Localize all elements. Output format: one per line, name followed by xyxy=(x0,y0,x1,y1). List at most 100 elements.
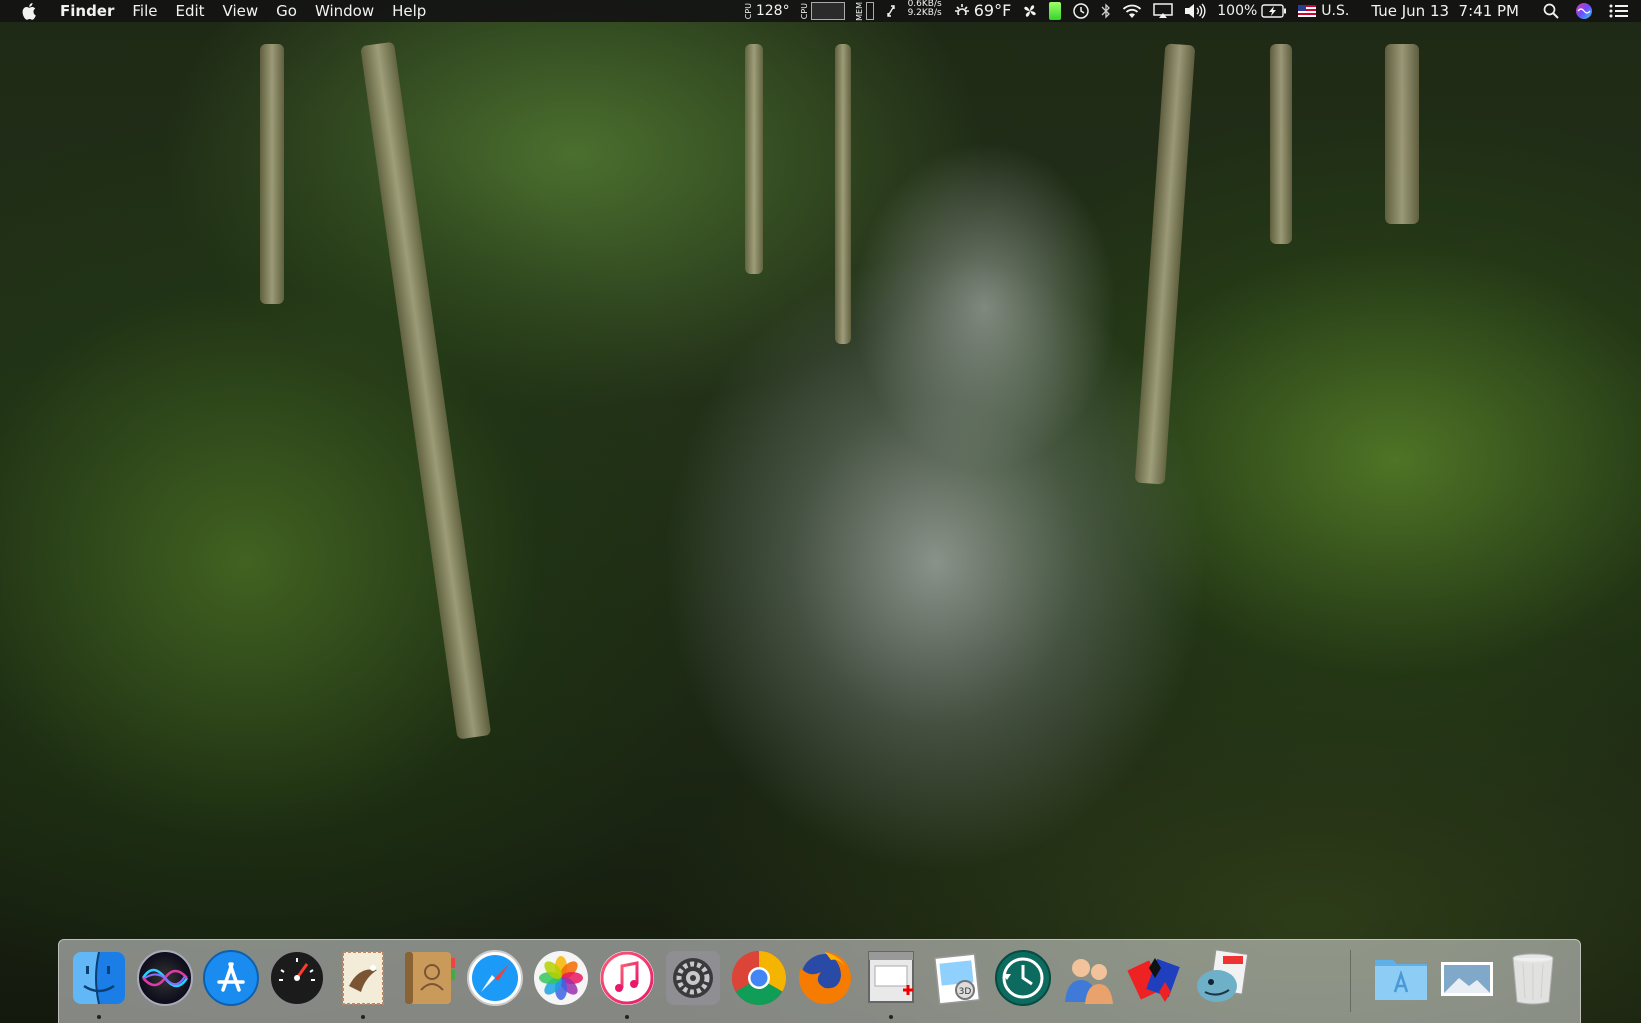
system-preferences-icon xyxy=(666,951,720,1005)
weather-temp: 69°F xyxy=(973,1,1012,20)
dock-firefox[interactable] xyxy=(795,948,855,1008)
menu-help[interactable]: Help xyxy=(392,0,426,22)
cpu-graph-label: CPU xyxy=(799,2,809,20)
running-indicator xyxy=(361,1015,365,1019)
siri-menu-icon[interactable] xyxy=(1575,0,1593,22)
chrome-icon xyxy=(731,951,787,1006)
mail-icon xyxy=(342,951,384,1005)
bluetooth-icon xyxy=(1101,3,1111,19)
battery-charging-icon xyxy=(1261,4,1287,18)
users-icon xyxy=(1065,959,1113,1004)
dock-image-stack[interactable] xyxy=(1437,948,1497,1008)
disk-activity-status[interactable] xyxy=(885,0,897,22)
network-status[interactable]: 0.6KB/s 9.2KB/s xyxy=(908,0,942,22)
battery-level-status[interactable] xyxy=(1049,0,1062,22)
weather-status[interactable]: 69°F xyxy=(952,0,1012,22)
dock-system-preferences[interactable] xyxy=(663,948,723,1008)
fan-icon xyxy=(1024,5,1037,17)
wifi-icon xyxy=(1123,4,1142,18)
dock-photos[interactable] xyxy=(531,948,591,1008)
dock-safari[interactable] xyxy=(465,948,525,1008)
battery-percent: 100% xyxy=(1217,3,1258,19)
running-indicator xyxy=(625,1015,629,1019)
utility-app-icon xyxy=(868,951,914,1003)
dashboard-icon xyxy=(269,950,325,1006)
network-down: 9.2KB/s xyxy=(907,8,942,18)
cpu-label: CPU xyxy=(743,2,753,20)
dock-chrome[interactable] xyxy=(729,948,789,1008)
itunes-icon xyxy=(600,951,654,1005)
cards-game-icon xyxy=(1127,958,1180,1002)
menu-app-name[interactable]: Finder xyxy=(60,0,114,22)
dock-finder[interactable] xyxy=(69,948,129,1008)
us-flag-icon xyxy=(1298,5,1317,17)
dock-itunes[interactable] xyxy=(597,948,657,1008)
dock-trash[interactable] xyxy=(1503,948,1563,1008)
dock-cards-game[interactable] xyxy=(1125,948,1185,1008)
sequel-app-icon xyxy=(1197,949,1249,1002)
menu-go[interactable]: Go xyxy=(276,0,297,22)
applications-folder-icon xyxy=(1375,960,1427,1000)
time-machine-status[interactable] xyxy=(1072,0,1090,22)
apple-logo-icon[interactable] xyxy=(22,2,38,20)
input-source-status[interactable]: U.S. xyxy=(1298,0,1349,22)
image-stack-icon xyxy=(1441,962,1493,996)
clock[interactable]: Tue Jun 13 7:41 PM xyxy=(1371,0,1519,22)
memory-label: MEM xyxy=(854,1,864,21)
battery-status[interactable]: 100% xyxy=(1217,0,1287,22)
dock-applications-folder[interactable] xyxy=(1371,948,1431,1008)
volume-icon xyxy=(1185,3,1206,19)
dock: 3D xyxy=(58,939,1581,1023)
battery-level-icon xyxy=(1049,2,1062,20)
spotlight-search-icon[interactable] xyxy=(1543,0,1559,22)
menu-view[interactable]: View xyxy=(223,0,259,22)
dock-utility-app[interactable] xyxy=(861,948,921,1008)
dock-mail[interactable] xyxy=(333,948,393,1008)
notification-center-icon[interactable] xyxy=(1609,0,1629,22)
cpu-temp-status[interactable]: CPU 128° xyxy=(743,0,790,22)
running-indicator xyxy=(889,1015,893,1019)
memory-bar-icon xyxy=(865,2,874,20)
menu-edit[interactable]: Edit xyxy=(175,0,204,22)
clock-text: Tue Jun 13 7:41 PM xyxy=(1371,2,1519,20)
dock-siri[interactable] xyxy=(135,948,195,1008)
siri-icon xyxy=(137,950,193,1006)
time-machine-menu-icon xyxy=(1073,3,1090,19)
menu-window[interactable]: Window xyxy=(315,0,374,22)
running-indicator xyxy=(97,1015,101,1019)
disk-arrows-icon xyxy=(886,5,895,17)
fan-status[interactable] xyxy=(1022,0,1038,22)
trash-icon xyxy=(1512,953,1554,1005)
dock-preview[interactable]: 3D xyxy=(927,948,987,1008)
memory-status[interactable]: MEM xyxy=(854,0,874,22)
weather-icon xyxy=(952,4,971,19)
dock-users[interactable] xyxy=(1059,948,1119,1008)
bluetooth-status[interactable] xyxy=(1101,0,1111,22)
input-source-label: U.S. xyxy=(1321,3,1350,19)
firefox-icon xyxy=(799,952,851,1004)
menu-file[interactable]: File xyxy=(132,0,157,22)
dock-separator xyxy=(1350,950,1351,1012)
safari-icon xyxy=(467,950,523,1006)
dock-sequel-app[interactable] xyxy=(1191,948,1251,1008)
airplay-icon xyxy=(1153,3,1174,18)
cpu-temp-value: 128° xyxy=(755,3,790,19)
dock-dashboard[interactable] xyxy=(267,948,327,1008)
dock-app-store[interactable] xyxy=(201,948,261,1008)
desktop-wallpaper xyxy=(0,22,1641,1023)
airplay-status[interactable] xyxy=(1153,0,1174,22)
volume-status[interactable] xyxy=(1184,0,1206,22)
photos-icon xyxy=(534,951,588,1005)
dock-time-machine[interactable] xyxy=(993,948,1053,1008)
app-store-icon xyxy=(203,950,259,1006)
preview-icon: 3D xyxy=(933,953,981,1005)
wifi-status[interactable] xyxy=(1122,0,1142,22)
time-machine-icon xyxy=(995,950,1051,1006)
contacts-icon xyxy=(405,952,455,1004)
menu-bar: Finder File Edit View Go Window Help CPU… xyxy=(0,0,1641,22)
cpu-graph-icon xyxy=(810,2,845,20)
svg-text:3D: 3D xyxy=(959,987,972,997)
cpu-graph-status[interactable]: CPU xyxy=(799,0,845,22)
dock-contacts[interactable] xyxy=(399,948,459,1008)
finder-icon xyxy=(73,951,125,1005)
